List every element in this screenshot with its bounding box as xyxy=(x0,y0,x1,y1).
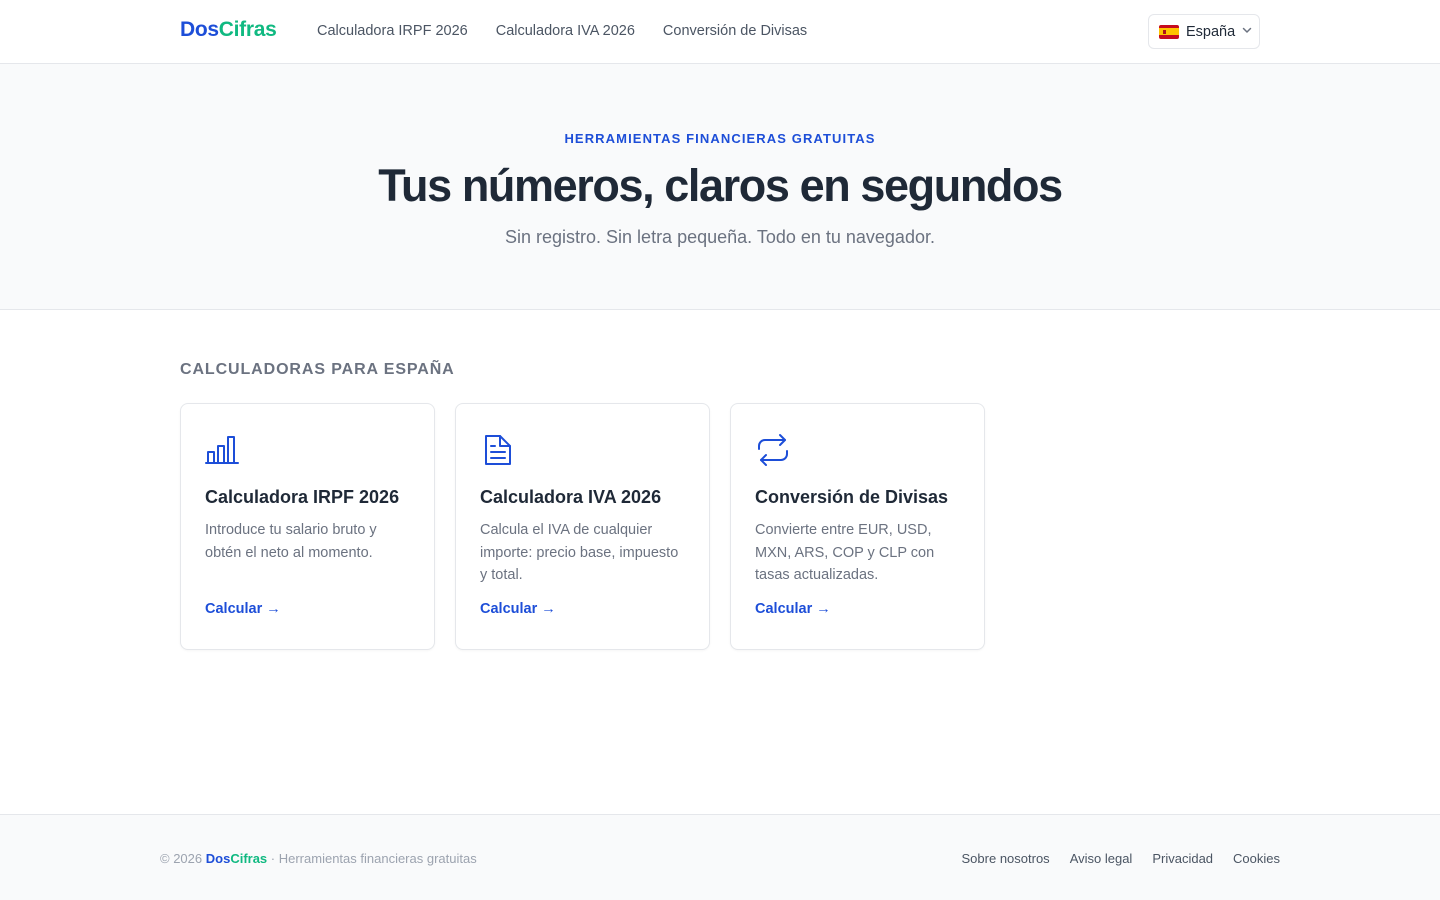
exchange-arrows-icon xyxy=(755,432,791,468)
main-nav: Calculadora IRPF 2026 Calculadora IVA 20… xyxy=(317,22,835,40)
copyright-text: © 2026 xyxy=(160,851,203,866)
logo-part-cifras: Cifras xyxy=(218,18,277,41)
language-label: España xyxy=(1186,23,1236,40)
footer-link-legal[interactable]: Aviso legal xyxy=(1070,851,1133,866)
calculate-link[interactable]: Calcular → xyxy=(480,601,556,617)
card-description: Introduce tu salario bruto y obtén el ne… xyxy=(205,522,377,561)
footer-brand-dos: Dos xyxy=(205,851,231,866)
card-title: Calculadora IVA 2026 xyxy=(480,487,662,507)
hero-eyebrow: HERRAMIENTAS FINANCIERAS GRATUITAS xyxy=(564,131,876,146)
card-divisas[interactable]: Conversión de Divisas Convierte entre EU… xyxy=(730,403,985,650)
section-title: CALCULADORAS PARA ESPAÑA xyxy=(180,361,455,378)
site-footer: © 2026 DosCifras · Herramientas financie… xyxy=(0,814,1440,900)
card-title: Calculadora IRPF 2026 xyxy=(205,487,400,507)
footer-brand-cifras: Cifras xyxy=(230,851,268,866)
nav-link-irpf[interactable]: Calculadora IRPF 2026 xyxy=(317,22,468,40)
hero-section: HERRAMIENTAS FINANCIERAS GRATUITAS Tus n… xyxy=(0,64,1440,310)
footer-link-privacy[interactable]: Privacidad xyxy=(1152,851,1213,866)
calculate-link[interactable]: Calcular → xyxy=(205,601,281,617)
footer-links: Sobre nosotros Aviso legal Privacidad Co… xyxy=(942,851,1280,866)
site-header: DosCifras Calculadora IRPF 2026 Calculad… xyxy=(0,0,1440,64)
logo-part-dos: Dos xyxy=(180,18,219,41)
nav-link-iva[interactable]: Calculadora IVA 2026 xyxy=(496,22,635,40)
nav-link-divisas[interactable]: Conversión de Divisas xyxy=(663,22,807,40)
hero-title: Tus números, claros en segundos xyxy=(378,160,1063,211)
card-iva[interactable]: Calculadora IVA 2026 Calcula el IVA de c… xyxy=(455,403,710,650)
bar-chart-icon xyxy=(205,432,241,468)
footer-link-about[interactable]: Sobre nosotros xyxy=(962,851,1050,866)
calculate-link[interactable]: Calcular → xyxy=(755,601,831,617)
site-logo[interactable]: DosCifras xyxy=(180,18,277,42)
chevron-down-icon xyxy=(1241,23,1253,41)
footer-link-cookies[interactable]: Cookies xyxy=(1233,851,1280,866)
card-description: Calcula el IVA de cualquier importe: pre… xyxy=(480,522,679,583)
hero-subtitle: Sin registro. Sin letra pequeña. Todo en… xyxy=(505,227,935,247)
footer-brand: DosCifras xyxy=(206,851,267,866)
footer-copyright: © 2026 DosCifras · Herramientas financie… xyxy=(160,851,477,866)
footer-tagline: · Herramientas financieras gratuitas xyxy=(270,851,477,866)
spain-flag-icon xyxy=(1159,24,1179,39)
document-icon xyxy=(480,432,516,468)
card-title: Conversión de Divisas xyxy=(755,487,949,507)
card-irpf[interactable]: Calculadora IRPF 2026 Introduce tu salar… xyxy=(180,403,435,650)
language-selector[interactable]: España xyxy=(1148,14,1260,49)
card-description: Convierte entre EUR, USD, MXN, ARS, COP … xyxy=(755,522,935,583)
